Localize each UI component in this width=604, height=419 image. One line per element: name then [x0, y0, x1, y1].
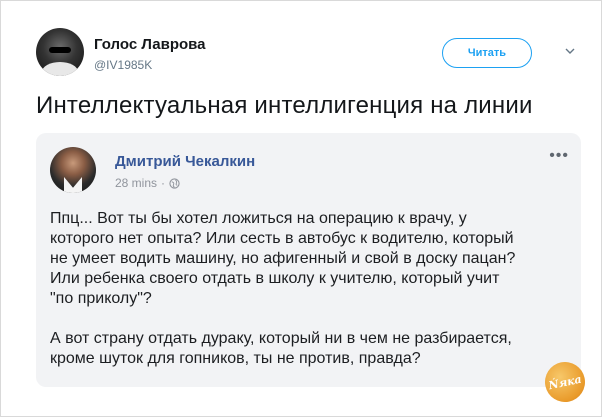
- globe-icon: [169, 177, 180, 189]
- quoted-facebook-post: Дмитрий Чекалкин 28 mins · ••• Ппц... Во…: [36, 133, 581, 387]
- avatar-collar: [64, 177, 82, 193]
- quoted-post-meta: 28 mins ·: [115, 176, 180, 190]
- author-handle[interactable]: @IV1985K: [94, 58, 152, 72]
- meta-separator: ·: [161, 176, 166, 190]
- quoted-author-avatar[interactable]: [50, 147, 96, 193]
- avatar-glasses: [49, 47, 71, 53]
- quoted-post-text: Ппц... Вот ты бы хотел ложиться на опера…: [50, 210, 516, 367]
- quoted-author-name[interactable]: Дмитрий Чекалкин: [115, 153, 255, 170]
- post-time[interactable]: 28 mins: [115, 176, 157, 190]
- author-avatar[interactable]: [36, 28, 84, 76]
- tweet-text: Интеллектуальная интеллигенция на линии: [36, 92, 533, 119]
- more-options-icon[interactable]: •••: [549, 148, 569, 164]
- follow-button[interactable]: Читать: [442, 38, 532, 68]
- avatar-shirt: [42, 62, 78, 76]
- tweet-header: Голос Лаврова @IV1985K Читать: [36, 26, 594, 86]
- author-name[interactable]: Голос Лаврова: [94, 36, 206, 53]
- chevron-down-icon[interactable]: [563, 44, 577, 58]
